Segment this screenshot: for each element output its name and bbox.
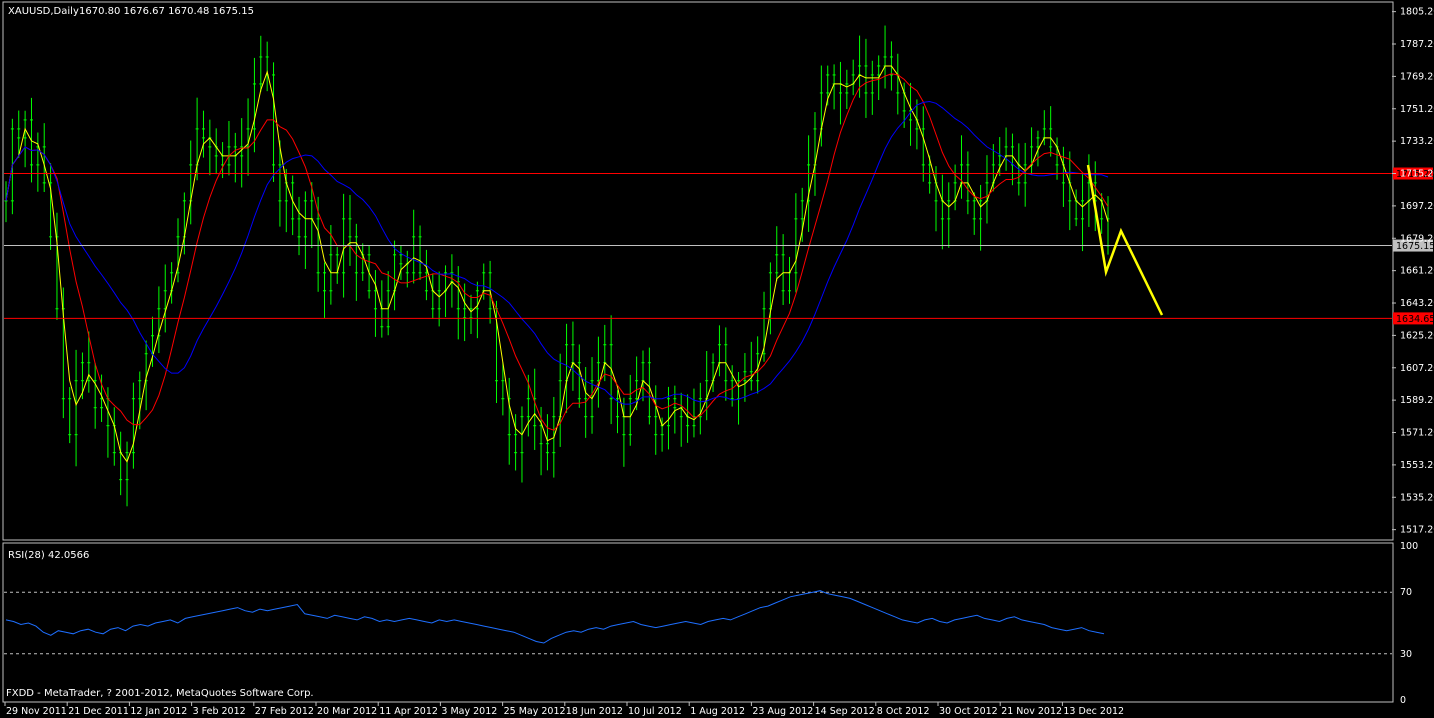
date-tick-label: 14 Sep 2012 [815, 706, 875, 717]
price-tick-label: 1589.20 [1400, 395, 1434, 406]
price-tick-label: 1733.20 [1400, 136, 1434, 147]
date-tick-label: 21 Nov 2012 [1001, 706, 1062, 717]
price-tick-label: 1769.20 [1400, 71, 1434, 82]
date-tick-label: 8 Oct 2012 [877, 706, 930, 717]
price-tick-label: 1517.20 [1400, 525, 1434, 536]
price-tick-label: 1679.20 [1400, 233, 1434, 244]
price-tick-label: 1535.20 [1400, 492, 1434, 503]
date-tick-label: 1 Aug 2012 [690, 706, 745, 717]
price-tick-label: 1805.20 [1400, 7, 1434, 18]
rsi-tick-label: 0 [1400, 695, 1406, 706]
rsi-header: RSI(28) 42.0566 [8, 550, 89, 561]
price-tick-label: 1715.20 [1400, 169, 1434, 180]
price-tick-label: 1661.20 [1400, 266, 1434, 277]
footer-copyright: FXDD - MetaTrader, ? 2001-2012, MetaQuot… [6, 688, 314, 699]
price-tick-label: 1787.20 [1400, 39, 1434, 50]
date-tick-label: 25 May 2012 [504, 706, 566, 717]
date-tick-label: 11 Apr 2012 [379, 706, 438, 717]
price-line-label: 1634.65 [1396, 314, 1434, 325]
date-tick-label: 30 Oct 2012 [939, 706, 998, 717]
rsi-tick-label: 30 [1400, 649, 1412, 660]
chart-background [0, 0, 1434, 718]
price-tick-label: 1697.20 [1400, 201, 1434, 212]
date-tick-label: 12 Jan 2012 [130, 706, 187, 717]
date-tick-label: 18 Jun 2012 [566, 706, 623, 717]
date-tick-label: 3 Feb 2012 [193, 706, 246, 717]
price-tick-label: 1751.20 [1400, 104, 1434, 115]
date-tick-label: 10 Jul 2012 [628, 706, 682, 717]
date-tick-label: 23 Aug 2012 [752, 706, 813, 717]
ohlc-header: 1670.80 1676.67 1670.48 1675.15 [79, 6, 254, 17]
rsi-tick-label: 70 [1400, 587, 1412, 598]
price-tick-label: 1571.20 [1400, 428, 1434, 439]
date-tick-label: 21 Dec 2011 [68, 706, 129, 717]
date-tick-label: 27 Feb 2012 [255, 706, 314, 717]
price-tick-label: 1607.20 [1400, 363, 1434, 374]
symbol-header: XAUUSD,Daily [8, 6, 79, 17]
date-tick-label: 3 May 2012 [441, 706, 497, 717]
price-tick-label: 1553.20 [1400, 460, 1434, 471]
price-tick-label: 1625.20 [1400, 330, 1434, 341]
date-tick-label: 29 Nov 2011 [6, 706, 67, 717]
date-tick-label: 13 Dec 2012 [1063, 706, 1124, 717]
price-tick-label: 1643.20 [1400, 298, 1434, 309]
date-tick-label: 20 Mar 2012 [317, 706, 377, 717]
price-chart[interactable]: 1715.201675.151634.65 1805.201787.201769… [0, 0, 1434, 718]
rsi-tick-label: 100 [1400, 541, 1418, 552]
